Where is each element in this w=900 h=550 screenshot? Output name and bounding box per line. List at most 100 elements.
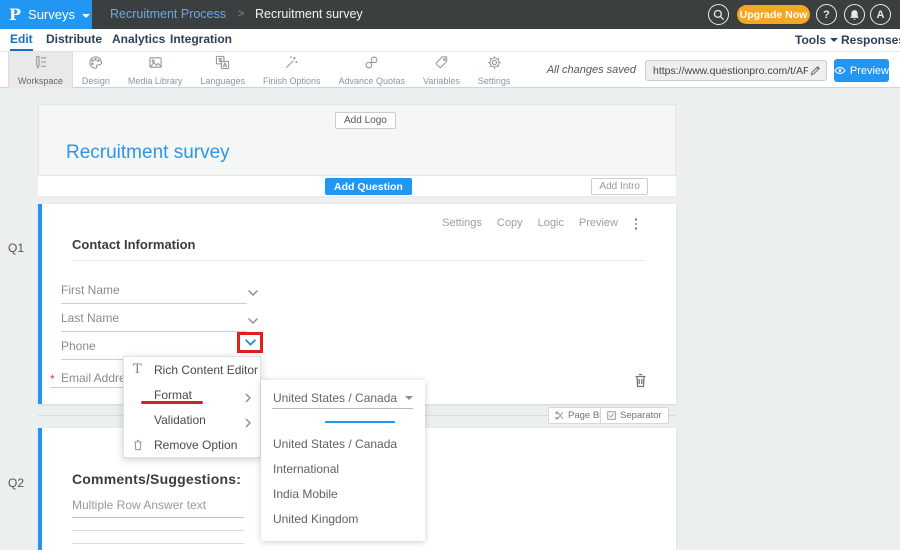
tab-analytics[interactable]: Analytics [112,29,165,51]
field-options-chevron-icon[interactable] [247,312,259,320]
separator-icon [607,411,616,420]
phone-options-chevron-icon[interactable] [244,338,257,347]
question-settings-link[interactable]: Settings [442,217,482,229]
format-option-us-canada[interactable]: United States / Canada [273,437,397,455]
answer-underline [72,543,244,544]
toolbar-label: Design [82,76,110,86]
toolbar-label: Languages [200,76,245,86]
survey-url-input[interactable] [646,65,810,77]
question-copy-link[interactable]: Copy [497,217,523,229]
toolbar-finish-options-button[interactable]: Finish Options [254,52,330,88]
tag-icon [434,55,449,70]
breadcrumb-parent-link[interactable]: Recruitment Process [110,0,226,29]
format-submenu-panel: United States / Canada United States / C… [261,380,425,541]
menu-item-label: Remove Option [154,438,237,452]
section-nav: Edit Distribute Analytics Integration To… [0,29,900,52]
help-button[interactable]: ? [816,4,837,25]
eye-icon [834,66,846,75]
multiline-answer-placeholder[interactable]: Multiple Row Answer text [72,498,206,512]
trash-icon [124,439,146,451]
format-select[interactable]: United States / Canada [273,389,413,407]
toolbar-label: Media Library [128,76,183,86]
toolbar-label: Advance Quotas [338,76,405,86]
field-underline [61,331,247,332]
page-break-icon [555,411,564,420]
format-option-united-kingdom[interactable]: United Kingdom [273,512,358,530]
submenu-chevron-right-icon [245,390,251,408]
menu-item-label: Validation [154,413,206,427]
delete-question-trash-icon[interactable] [634,373,647,393]
translate-icon [215,55,230,70]
toolbar-media-library-button[interactable]: Media Library [119,52,192,88]
format-selected-value: United States / Canada [273,391,397,405]
menu-item-validation[interactable]: Validation [124,407,260,432]
toolbar-design-button[interactable]: Design [73,52,119,88]
toolbar-variables-button[interactable]: Variables [414,52,469,88]
tab-edit[interactable]: Edit [10,29,33,51]
toolbar-advance-quotas-button[interactable]: Advance Quotas [329,52,414,88]
chain-links-icon [364,55,379,70]
add-logo-button[interactable]: Add Logo [335,112,396,129]
add-question-button[interactable]: Add Question [325,178,412,195]
survey-header-panel: Add Logo Recruitment survey [38,104,676,176]
menu-item-rich-content-editor[interactable]: T Rich Content Editor [124,357,260,382]
search-icon[interactable] [708,4,729,25]
add-question-strip: Add Question Add Intro [38,176,676,197]
toolbar-settings-button[interactable]: Settings [469,52,520,88]
tools-label: Tools [795,29,826,51]
toolbar-languages-button[interactable]: Languages [191,52,254,88]
chevron-down-icon [82,14,90,18]
preview-button[interactable]: Preview [834,59,889,82]
user-avatar[interactable]: A [870,4,891,25]
answer-underline [72,517,244,518]
menu-item-label: Rich Content Editor [154,363,258,377]
design-palette-icon [88,55,103,70]
toolbar-workspace-button[interactable]: Workspace [8,52,73,88]
question-logic-link[interactable]: Logic [538,217,564,229]
top-navigation-bar: P Surveys Recruitment Process > Recruitm… [0,0,900,29]
question-preview-link[interactable]: Preview [579,217,618,229]
toolbar-label: Settings [478,76,511,86]
surveys-menu-button[interactable]: P Surveys [0,0,92,29]
format-option-india-mobile[interactable]: India Mobile [273,487,338,505]
field-options-chevron-icon[interactable] [247,284,259,292]
question-number-q1: Q1 [8,241,24,255]
select-underline [272,408,413,409]
field-label-first-name[interactable]: First Name [61,283,120,297]
image-icon [148,55,163,70]
workspace-icon [33,55,48,70]
annotation-underline [141,401,203,404]
question-heading[interactable]: Comments/Suggestions: [72,471,241,487]
breadcrumb-current: Recruitment survey [255,0,363,29]
format-option-international[interactable]: International [273,462,339,480]
survey-url-field[interactable] [645,60,827,81]
annotation-highlight-box [237,332,263,353]
question-kebab-menu-icon[interactable] [630,217,642,231]
separator-label: Separator [620,410,662,421]
gear-icon [487,55,502,70]
responses-label: Responses: [841,33,900,47]
chevron-down-icon [830,38,838,42]
menu-item-remove-option[interactable]: Remove Option [124,432,260,457]
upgrade-now-button[interactable]: Upgrade Now [737,5,810,24]
add-intro-button[interactable]: Add Intro [591,178,648,195]
question-heading[interactable]: Contact Information [72,237,196,252]
tab-integration[interactable]: Integration [170,29,232,51]
notifications-bell-icon[interactable] [844,4,865,25]
surveys-menu-label: Surveys [28,7,75,22]
tools-dropdown[interactable]: Tools [795,29,838,51]
survey-title[interactable]: Recruitment survey [66,142,230,164]
edit-pencil-icon[interactable] [810,65,821,76]
active-option-indicator [325,421,395,423]
toolbar-label: Finish Options [263,76,321,86]
editor-toolbar: Workspace Design Media Library Languages… [0,52,900,88]
question-actions: Settings Copy Logic Preview [442,217,618,229]
field-label-last-name[interactable]: Last Name [61,311,119,325]
magic-wand-icon [284,55,299,70]
field-label-phone[interactable]: Phone [61,339,96,353]
tab-distribute[interactable]: Distribute [46,29,102,51]
separator-button[interactable]: Separator [600,407,669,424]
question-number-q2: Q2 [8,476,24,490]
submenu-chevron-right-icon [245,415,251,433]
rich-text-icon: T [124,363,146,376]
